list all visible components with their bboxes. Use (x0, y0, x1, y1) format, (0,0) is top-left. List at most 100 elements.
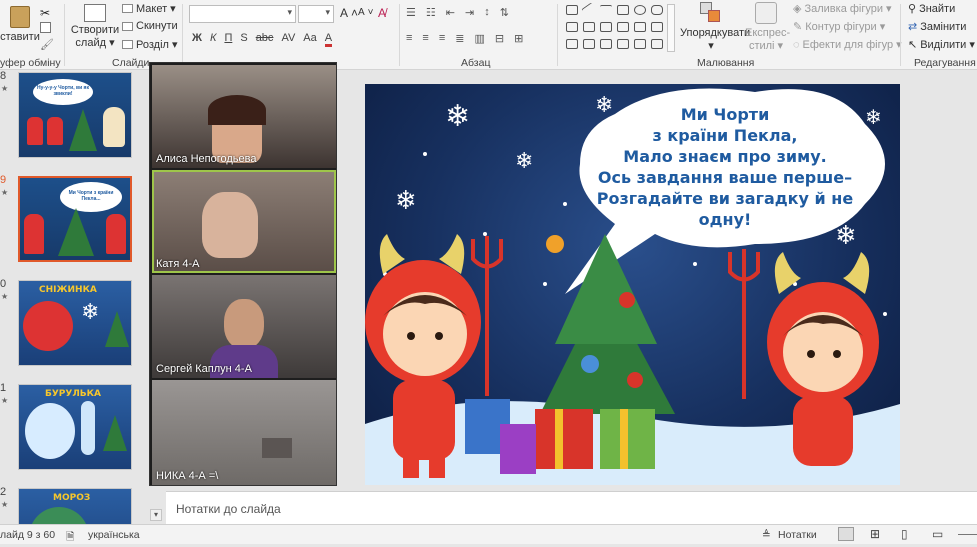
slide-text-box[interactable]: Ми Чорти з країни Пекла, Мало знаєм про … (580, 104, 870, 230)
find-label: Знайти (919, 2, 956, 15)
slide-thumbnail-12[interactable]: МОРОЗ (18, 488, 132, 524)
thumbnail-scroll-down[interactable]: ▾ (150, 509, 162, 521)
font-family-combo[interactable] (189, 5, 296, 23)
brace-shape-icon[interactable] (617, 39, 629, 49)
smartart-icon[interactable]: ⊞ (514, 32, 523, 45)
shrink-font-button[interactable]: A ˅ (358, 7, 374, 18)
ribbon-separator (182, 4, 183, 66)
increase-indent-icon[interactable]: ⇥ (465, 6, 474, 19)
change-case-button[interactable]: Aa (303, 32, 316, 47)
text-direction-icon[interactable]: ⇅ (500, 6, 509, 19)
devil-eye (807, 350, 815, 358)
shape-outline-button[interactable]: ✎ Контур фігури ▾ (793, 20, 885, 34)
connector-shape-icon[interactable] (600, 22, 612, 32)
bullets-icon[interactable]: ☰ (406, 6, 416, 19)
char-spacing-button[interactable]: AV (281, 32, 295, 47)
decrease-indent-icon[interactable]: ⇤ (446, 6, 455, 19)
slide-thumbnail-11[interactable]: БУРУЛЬКА (18, 384, 132, 470)
curve-shape-icon[interactable] (583, 39, 595, 49)
arrow-shape-icon[interactable] (651, 22, 663, 32)
devil-eye (833, 350, 841, 358)
slide-thumbnail-9[interactable]: Ми Чорти з країни Пекла... (18, 176, 132, 262)
select-label: Виділити (920, 38, 967, 51)
participant-tile[interactable]: Алиса Непогодьева (152, 65, 336, 168)
font-size-combo[interactable] (298, 5, 334, 23)
gift-ribbon (555, 409, 563, 469)
triangle-shape-icon[interactable] (566, 22, 578, 32)
layout-button[interactable]: Макет ▾ (122, 2, 176, 15)
shape-fill-button[interactable]: ◈ Заливка фігури ▾ (793, 2, 892, 16)
line-shape-icon[interactable] (600, 5, 612, 15)
rectangle-shape-icon[interactable] (617, 5, 629, 15)
shadow-button[interactable]: S (240, 32, 247, 47)
shapes-gallery[interactable] (565, 2, 665, 52)
bold-button[interactable]: Ж (192, 32, 202, 47)
section-button[interactable]: Розділ ▾ (122, 38, 177, 51)
current-slide[interactable]: ❄ ❄ ❄ ❄ ❄ ❄ Ми Чорти з країни Пекла, Мал… (365, 84, 900, 485)
line-shape-icon[interactable] (581, 2, 597, 18)
replace-icon: ⇄ (908, 21, 918, 33)
new-slide-button[interactable]: Створити слайд ▾ (70, 4, 120, 50)
thumbnail-number: 0 (0, 278, 7, 290)
participant-tile[interactable]: НИКА 4-А =\ (152, 380, 336, 485)
font-color-button[interactable]: A (324, 32, 333, 47)
spellcheck-icon[interactable]: 🗎 (66, 529, 74, 547)
snowflake-icon: ❄ (515, 148, 533, 173)
connector-shape-icon[interactable] (583, 22, 595, 32)
arrange-button[interactable]: Упорядкувати ▾ (680, 2, 750, 53)
numbering-icon[interactable]: ☷ (426, 6, 436, 19)
language-indicator[interactable]: українська (88, 529, 140, 541)
clear-format-icon[interactable]: A̸ (378, 6, 386, 20)
paste-button[interactable]: ставити (0, 6, 40, 44)
underline-button[interactable]: П (224, 32, 232, 47)
participant-tile-active[interactable]: Катя 4-А (152, 170, 336, 273)
italic-button[interactable]: К (210, 32, 216, 47)
slide-editor: ❄ ❄ ❄ ❄ ❄ ❄ Ми Чорти з країни Пекла, Мал… (338, 70, 977, 491)
video-call-panel: Алиса Непогодьева Катя 4-А Сергей Каплун… (149, 62, 337, 486)
line-spacing-icon[interactable]: ↕ (484, 6, 490, 19)
rounded-rect-shape-icon[interactable] (651, 5, 663, 15)
select-button[interactable]: ↖ Виділити ▾ (908, 38, 975, 52)
copy-icon[interactable] (40, 22, 51, 33)
replace-button[interactable]: ⇄ Замінити (908, 20, 966, 34)
reading-view-icon[interactable]: ▯ (901, 527, 908, 541)
curve-shape-icon[interactable] (600, 39, 612, 49)
align-right-icon[interactable]: ≡ (439, 32, 445, 45)
arrow-right-shape-icon[interactable] (617, 22, 629, 32)
slide-thumbnail-8[interactable]: Ну-у-у-у Чорти, ви як звикли! (18, 72, 132, 158)
grow-font-button[interactable]: A ˄ (340, 6, 358, 20)
align-left-icon[interactable]: ≡ (406, 32, 412, 45)
align-text-icon[interactable]: ⊟ (495, 32, 504, 45)
brace-shape-icon[interactable] (566, 39, 578, 49)
slideshow-icon[interactable]: ▭ (932, 527, 943, 541)
star-icon: ★ (1, 84, 9, 93)
textbox-shape-icon[interactable] (566, 5, 578, 15)
notes-toggle-button[interactable]: Нотатки (778, 529, 817, 541)
reset-button[interactable]: Скинути (122, 20, 178, 32)
zoom-slider[interactable] (958, 534, 977, 535)
oval-shape-icon[interactable] (634, 5, 646, 15)
star-icon: ★ (1, 188, 9, 197)
find-button[interactable]: ⚲ Знайти (908, 2, 956, 16)
brace-shape-icon[interactable] (634, 39, 646, 49)
quick-styles-button[interactable]: Експрес- стилі ▾ (745, 2, 790, 53)
arrow-down-shape-icon[interactable] (634, 22, 646, 32)
align-center-icon[interactable]: ≡ (422, 32, 428, 45)
notes-pane[interactable]: Нотатки до слайда (166, 491, 977, 524)
drawing-group-label: Малювання (697, 57, 755, 69)
shapes-gallery-scroll[interactable] (667, 4, 675, 52)
star-shape-icon[interactable] (651, 39, 663, 49)
participant-tile[interactable]: Сергей Каплун 4-А (152, 275, 336, 378)
normal-view-icon[interactable] (838, 527, 854, 541)
cut-icon[interactable]: ✂ (40, 6, 50, 20)
shape-effects-button[interactable]: ◌ Ефекти для фігур ▾ (793, 38, 902, 52)
strikethrough-button[interactable]: abc (256, 32, 274, 47)
snowflake-icon: ❄ (81, 299, 100, 324)
columns-icon[interactable]: ▥ (474, 32, 484, 45)
participant-name: НИКА 4-А =\ (156, 470, 219, 482)
slide-thumbnail-10[interactable]: СНІЖИНКА ❄ (18, 280, 132, 366)
justify-icon[interactable]: ≣ (455, 32, 464, 45)
format-painter-icon[interactable]: 🖌 (40, 38, 54, 51)
ornament (627, 372, 643, 388)
slide-sorter-icon[interactable]: ⊞ (870, 527, 880, 541)
